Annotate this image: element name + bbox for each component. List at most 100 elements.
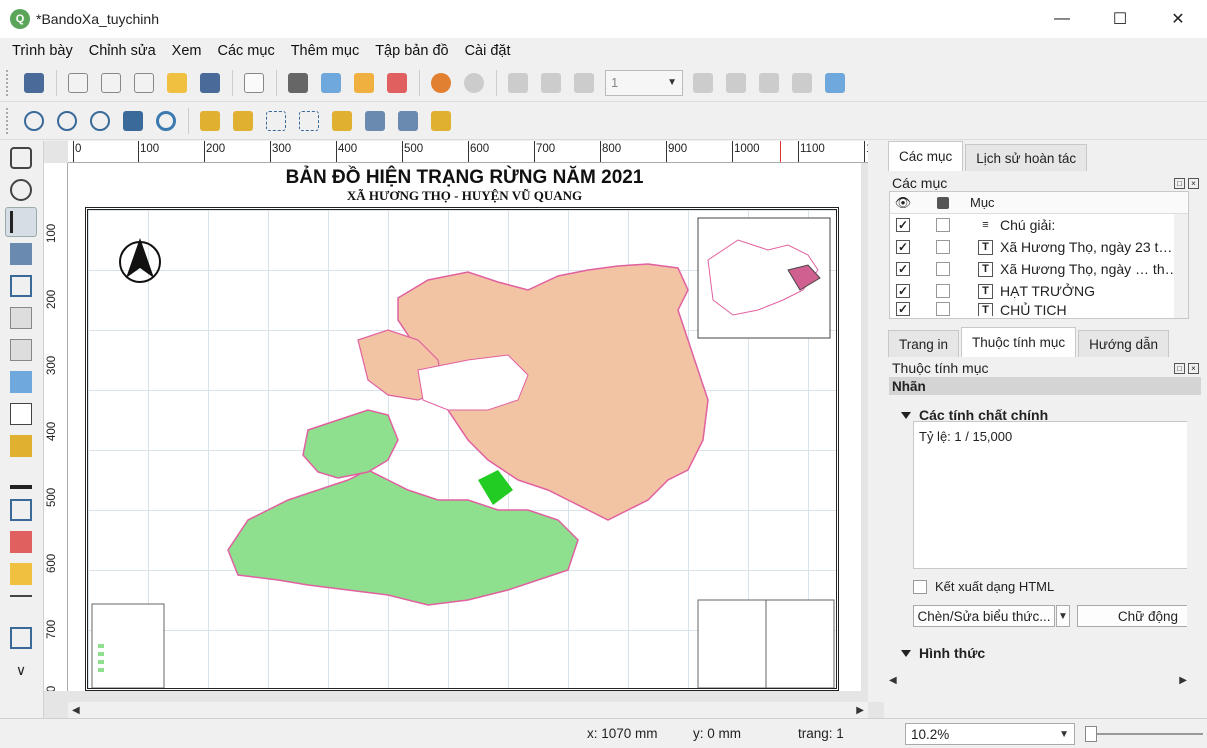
pan-tool-button[interactable] — [5, 143, 37, 173]
align-button[interactable] — [359, 105, 391, 137]
save-button[interactable] — [18, 67, 50, 99]
add-north-arrow-button[interactable] — [5, 495, 37, 525]
float-icon[interactable]: □ — [1174, 362, 1185, 374]
layout-page[interactable]: BẢN ĐỒ HIỆN TRẠNG RỪNG NĂM 2021 XÃ HƯƠNG… — [68, 163, 861, 691]
close-icon[interactable]: × — [1188, 177, 1199, 189]
minimize-button[interactable]: — — [1033, 0, 1091, 38]
chevron-left-icon[interactable]: ◀ — [72, 705, 80, 716]
print-button[interactable] — [282, 67, 314, 99]
add-legend-button[interactable] — [5, 431, 37, 461]
unlock-items-button[interactable] — [227, 105, 259, 137]
chevron-left-icon[interactable]: ◀ — [889, 675, 897, 686]
raise-button[interactable] — [326, 105, 358, 137]
menu-them-muc[interactable]: Thêm mục — [283, 43, 368, 59]
render-html-checkbox[interactable] — [913, 579, 927, 594]
list-item[interactable]: ✓ T CHỦ TỊCH — [890, 302, 1188, 316]
add-map-button[interactable] — [5, 303, 37, 333]
atlas-next-button[interactable] — [687, 67, 719, 99]
tab-item-properties[interactable]: Thuộc tính mục — [961, 327, 1077, 357]
atlas-settings-button[interactable] — [819, 67, 851, 99]
menu-trinh-bay[interactable]: Trình bày — [4, 43, 81, 59]
close-icon[interactable]: × — [1188, 362, 1199, 374]
props-horizontal-scrollbar[interactable]: ◀ ▶ — [889, 673, 1187, 687]
refresh-button[interactable] — [150, 105, 182, 137]
atlas-first-button[interactable] — [535, 67, 567, 99]
items-scrollbar[interactable] — [1174, 214, 1188, 318]
atlas-last-button[interactable] — [720, 67, 752, 99]
menu-cac-muc[interactable]: Các mục — [209, 43, 282, 59]
new-layout-button[interactable] — [62, 67, 94, 99]
ungroup-button[interactable] — [293, 105, 325, 137]
map-item[interactable] — [85, 207, 839, 691]
layout-manager-button[interactable] — [128, 67, 160, 99]
zoom-tool-button[interactable] — [5, 175, 37, 205]
float-icon[interactable]: □ — [1174, 177, 1185, 189]
move-content-button[interactable] — [5, 239, 37, 269]
zoom-slider-handle[interactable] — [1085, 726, 1097, 742]
font-button[interactable]: Chữ động — [1077, 605, 1189, 627]
export-pdf-button[interactable] — [381, 67, 413, 99]
undo-button[interactable] — [425, 67, 457, 99]
zoom-slider-track[interactable] — [1085, 733, 1203, 735]
layout-canvas[interactable]: 0 100 200 300 400 500 600 700 800 900 10… — [44, 141, 884, 718]
more-tools-button[interactable]: ∨ — [5, 655, 37, 685]
label-text-input[interactable]: Tỷ lệ: 1 / 15,000 — [913, 421, 1189, 569]
open-template-button[interactable] — [161, 67, 193, 99]
new-page-button[interactable] — [238, 67, 270, 99]
export-svg-button[interactable] — [348, 67, 380, 99]
list-item[interactable]: ✓ T Xã Hương Thọ, ngày … th… — [890, 258, 1188, 280]
insert-expression-dropdown[interactable]: ▼ — [1056, 605, 1070, 627]
horizontal-ruler[interactable]: 0 100 200 300 400 500 600 700 800 900 10… — [68, 141, 884, 163]
tab-undo-history[interactable]: Lịch sử hoàn tác — [965, 144, 1088, 171]
appearance-section[interactable]: Hình thức — [889, 645, 985, 661]
chevron-right-icon[interactable]: ▶ — [1179, 675, 1187, 686]
visibility-checkbox[interactable]: ✓ — [896, 218, 910, 232]
menu-tap-ban-do[interactable]: Tập bản đồ — [367, 43, 456, 59]
list-item[interactable]: ✓ ≡ Chú giải: — [890, 214, 1188, 236]
add-scalebar-button[interactable] — [5, 463, 37, 493]
menu-chinh-sua[interactable]: Chỉnh sửa — [81, 43, 164, 59]
lock-checkbox[interactable] — [936, 262, 950, 276]
add-label-button[interactable] — [5, 399, 37, 429]
tab-page[interactable]: Trang in — [888, 330, 960, 357]
visibility-checkbox[interactable]: ✓ — [896, 302, 910, 316]
list-item[interactable]: ✓ T Xã Hương Thọ, ngày 23 t… — [890, 236, 1188, 258]
zoom-in-button[interactable] — [18, 105, 50, 137]
distribute-button[interactable] — [392, 105, 424, 137]
close-button[interactable]: ✕ — [1149, 0, 1207, 38]
zoom-combo[interactable]: 10.2% ▼ — [905, 723, 1075, 745]
add-marker-button[interactable] — [5, 559, 37, 589]
menu-xem[interactable]: Xem — [164, 43, 210, 59]
insert-expression-button[interactable]: Chèn/Sửa biểu thức... — [913, 605, 1055, 627]
duplicate-layout-button[interactable] — [95, 67, 127, 99]
atlas-page-combo[interactable]: 1 ▼ — [605, 69, 683, 96]
map-title[interactable]: BẢN ĐỒ HIỆN TRẠNG RỪNG NĂM 2021 — [68, 167, 861, 189]
atlas-prev-button[interactable] — [568, 67, 600, 99]
chevron-right-icon[interactable]: ▶ — [856, 705, 864, 716]
atlas-preview-button[interactable] — [502, 67, 534, 99]
resize-button[interactable] — [425, 105, 457, 137]
add-shape-button[interactable] — [5, 527, 37, 557]
edit-nodes-button[interactable] — [5, 271, 37, 301]
lock-checkbox[interactable] — [936, 218, 950, 232]
vertical-ruler[interactable]: 100 200 300 400 500 600 700 800 — [44, 163, 68, 691]
visibility-checkbox[interactable]: ✓ — [896, 240, 910, 254]
redo-button[interactable] — [458, 67, 490, 99]
zoom-out-button[interactable] — [51, 105, 83, 137]
add-arrow-button[interactable] — [5, 591, 37, 621]
props-scrollbar[interactable] — [1187, 417, 1201, 707]
menu-cai-dat[interactable]: Cài đặt — [457, 43, 519, 59]
save-template-button[interactable] — [194, 67, 226, 99]
atlas-print-button[interactable] — [753, 67, 785, 99]
tab-guides[interactable]: Hướng dẫn — [1078, 330, 1170, 357]
visibility-checkbox[interactable]: ✓ — [896, 262, 910, 276]
select-tool-button[interactable] — [5, 207, 37, 237]
lock-checkbox[interactable] — [936, 284, 950, 298]
lock-items-button[interactable] — [194, 105, 226, 137]
atlas-export-button[interactable] — [786, 67, 818, 99]
list-item[interactable]: ✓ T HẠT TRƯỞNG — [890, 280, 1188, 302]
group-button[interactable] — [260, 105, 292, 137]
zoom-full-button[interactable] — [117, 105, 149, 137]
add-polyline-button[interactable] — [5, 623, 37, 653]
canvas-vertical-scrollbar[interactable] — [868, 141, 884, 702]
